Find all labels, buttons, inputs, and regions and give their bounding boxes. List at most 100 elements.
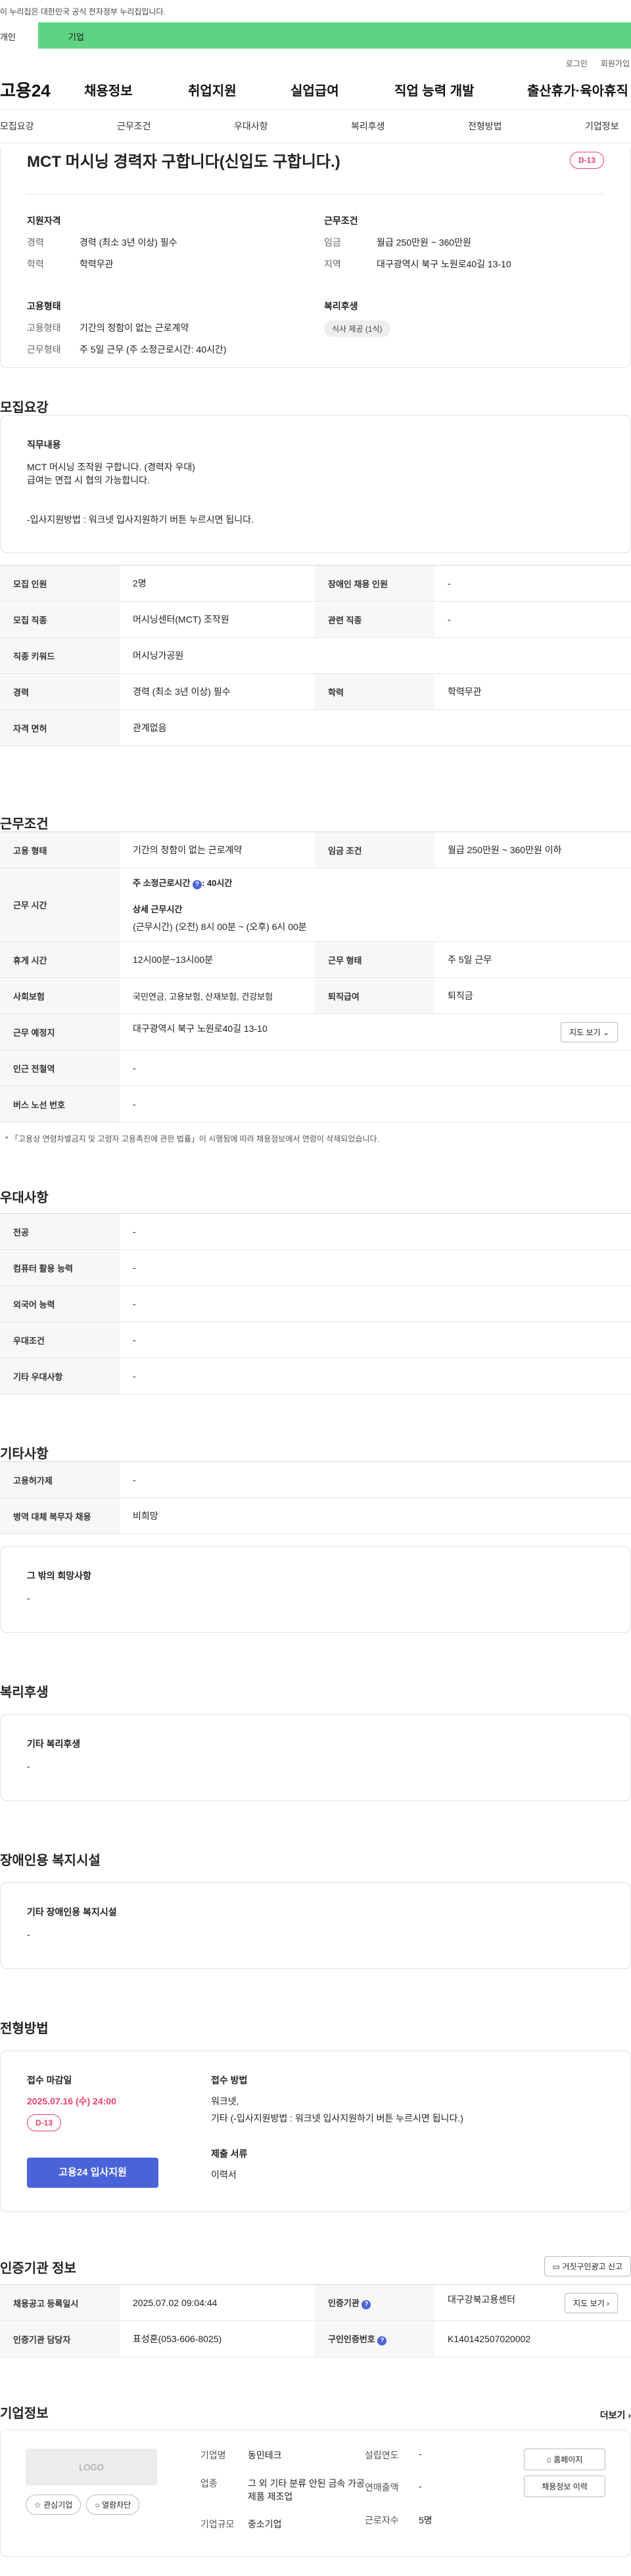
info-icon[interactable]: ? [192, 880, 202, 889]
homepage-button[interactable]: ⌂ 홈페이지 [524, 2449, 605, 2470]
welfare-chip: 식사 제공 (1식) [324, 321, 390, 337]
signup-link[interactable]: 회원가입 [601, 58, 630, 70]
info-icon[interactable]: ? [362, 2300, 371, 2309]
table-head: 구인인증번호 ? [315, 2321, 434, 2357]
summary-key: 지역 [324, 259, 341, 269]
table-head: 고용 형태 [0, 832, 120, 868]
lnb-welfare[interactable]: 복리후생 [351, 120, 468, 133]
global-nav: 고용24 채용정보 취업지원 실업급여 직업 능력 개발 출산휴가·육아휴직 [0, 70, 631, 109]
company-size: 중소기업 [248, 2519, 282, 2530]
recruit-section-title: 모집요강 [0, 401, 49, 415]
table-cell: 주 5일 근무 [434, 941, 631, 978]
gnb-job-training[interactable]: 직업 능력 개발 [394, 80, 527, 99]
work-hours-cell: 주 소정근로시간 ?: 40시간 상세 근무시간 (근무시간) (오전) 8시 … [120, 868, 631, 942]
table-row: 고용허가제 - [0, 1461, 631, 1498]
hiring-history-button[interactable]: 채용정보 이력 [524, 2476, 605, 2497]
table-cell: - [120, 1249, 631, 1286]
company-header: 기업정보 더보기 › [0, 2357, 631, 2430]
login-link[interactable]: 로그인 [566, 58, 588, 70]
apply-button[interactable]: 고용24 입사지원 [27, 2158, 158, 2188]
table-row: 외국어 능력 - [0, 1285, 631, 1322]
table-row: 근무 시간 주 소정근로시간 ?: 40시간 상세 근무시간 (근무시간) (오… [0, 868, 631, 942]
method-label: 접수 방법 [211, 2075, 248, 2085]
table-head: 사회보험 [0, 977, 120, 1014]
table-cell: 2명 [120, 565, 315, 602]
interest-label: 관심기업 [43, 2500, 73, 2510]
gnb-unemployment-benefit[interactable]: 실업급여 [291, 80, 394, 99]
table-row: 병역 대체 복무자 채용 비희망 [0, 1498, 631, 1534]
info-icon[interactable]: ? [377, 2336, 387, 2345]
gnb-jobs[interactable]: 채용정보 [84, 80, 188, 99]
summary-key: 학력 [27, 259, 44, 269]
hours-detail-label: 상세 근무시간 [133, 904, 183, 914]
brand-logo[interactable]: 고용24 [0, 78, 84, 102]
welfare-box-value: - [27, 1761, 30, 1771]
agency-map-label: 지도 보기 [573, 2298, 605, 2308]
table-row: 전공 - [0, 1213, 631, 1250]
table-row: 모집 인원 2명 장애인 채용 인원 - [0, 565, 631, 602]
prefer-table: 전공 - 컴퓨터 활용 능력 - 외국어 능력 - 우대조건 - 기타 우대사항 - [0, 1213, 631, 1394]
table-row: 채용공고 등록일시 2025.07.02 09:04:44 인증기관 ? 대구강북고용… [0, 2284, 631, 2321]
summary-value: 경력 (최소 3년 이상) 필수 [80, 237, 177, 248]
other-wish-title: 그 밖의 희망사항 [27, 1570, 91, 1581]
duty-line [27, 487, 604, 500]
tab-personal[interactable]: 개인 [0, 22, 38, 49]
place-value: 대구광역시 북구 노원로40길 13-10 [133, 1023, 268, 1034]
section-nav: 모집요강 근무조건 우대사항 복리후생 전형방법 기업정보 [0, 109, 631, 143]
gnb-parental-leave[interactable]: 출산휴가·육아휴직 [527, 80, 628, 99]
homepage-label: 홈페이지 [553, 2455, 583, 2464]
selection-section-title: 전형방법 [0, 2022, 49, 2036]
table-row: 인증기관 담당자 표성훈(053-606-8025) 구인인증번호 ? K140142… [0, 2321, 631, 2357]
table-head: 경력 [0, 673, 120, 710]
chevron-down-icon: ⌄ [602, 1027, 609, 1037]
duty-title: 직무내용 [27, 439, 61, 450]
deadline-label: 접수 마감일 [27, 2075, 72, 2085]
table-cell: 경력 (최소 3년 이상) 필수 [120, 673, 315, 710]
interest-company-button[interactable]: ☆ 관심기업 [26, 2495, 82, 2515]
table-head: 전공 [0, 1213, 120, 1250]
agency-map-button[interactable]: 지도 보기 › [565, 2292, 618, 2313]
tab-business[interactable]: 기업 [38, 22, 631, 49]
summary-key: 근무형태 [27, 344, 61, 355]
summary-value: 대구광역시 북구 노원로40길 13-10 [377, 259, 511, 269]
prefer-section-title: 우대사항 [0, 1191, 49, 1205]
lnb-prefer[interactable]: 우대사항 [234, 120, 351, 133]
table-head: 인증기관 ? [315, 2284, 434, 2321]
report-ad-button[interactable]: ▭ 거짓구인광고 신고 [544, 2256, 631, 2276]
lnb-selection[interactable]: 전형방법 [468, 120, 585, 133]
agency-table: 채용공고 등록일시 2025.07.02 09:04:44 인증기관 ? 대구강북고용… [0, 2284, 631, 2357]
table-cell: 관계없음 [120, 709, 631, 746]
summary-key: 고용형태 [27, 322, 61, 333]
lnb-recruit[interactable]: 모집요강 [0, 120, 117, 133]
lnb-company[interactable]: 기업정보 [585, 120, 619, 133]
table-row: 버스 노선 번호 - [0, 1086, 631, 1122]
selection-box: 접수 마감일 2025.07.16 (수) 24:00 D-13 고용24 입사… [0, 2051, 631, 2212]
disab-box-title: 기타 장애인용 복지시설 [27, 1907, 117, 1917]
table-cell: - [434, 565, 631, 602]
company-key: 근로자수 [365, 2514, 399, 2525]
circle-icon: ○ [95, 2500, 100, 2510]
report-ad-label: 거짓구인광고 신고 [562, 2262, 622, 2271]
summary-value: 월급 250만원 ~ 360만원 [377, 237, 471, 248]
map-button[interactable]: 지도 보기 ⌄ [561, 1021, 618, 1042]
table-head: 학력 [315, 673, 434, 710]
table-row: 인근 전철역 - [0, 1050, 631, 1086]
table-row: 사회보험 국민연금, 고용보험, 산재보험, 건강보험 퇴직급여 퇴직금 [0, 977, 631, 1014]
duty-line: -입사지원방법 : 워크넷 입사지원하기 버튼 누르시면 됩니다. [27, 514, 254, 525]
method-line: 기타 (-입사지원방법 : 워크넷 입사지원하기 버튼 누르시면 됩니다.) [211, 2113, 463, 2123]
table-cell: 비희망 [120, 1498, 631, 1534]
work-table: 고용 형태 기간의 정함이 없는 근로계약 임금 조건 월급 250만원 ~ 360만… [0, 832, 631, 1122]
gov-banner: 이 누리집은 대한민국 공식 전자정부 누리집입니다. [0, 0, 631, 22]
etc-section-title: 기타사항 [0, 1447, 49, 1461]
lnb-work[interactable]: 근무조건 [117, 120, 234, 133]
block-view-button[interactable]: ○ 열람차단 [86, 2495, 140, 2515]
company-more-link[interactable]: 더보기 › [600, 2409, 631, 2422]
more-label: 더보기 [599, 2410, 626, 2420]
table-head: 직종 키워드 [0, 637, 120, 674]
util-links: 로그인 회원가입 [0, 49, 631, 70]
table-row: 모집 직종 머시닝센터(MCT) 조작원 관련 직종 - [0, 601, 631, 638]
selection-dday-badge: D-13 [27, 2114, 62, 2131]
disab-box: 기타 장애인용 복지시설 - [0, 1882, 631, 1969]
chevron-right-icon: › [628, 2410, 631, 2420]
gnb-employment-support[interactable]: 취업지원 [188, 80, 291, 99]
